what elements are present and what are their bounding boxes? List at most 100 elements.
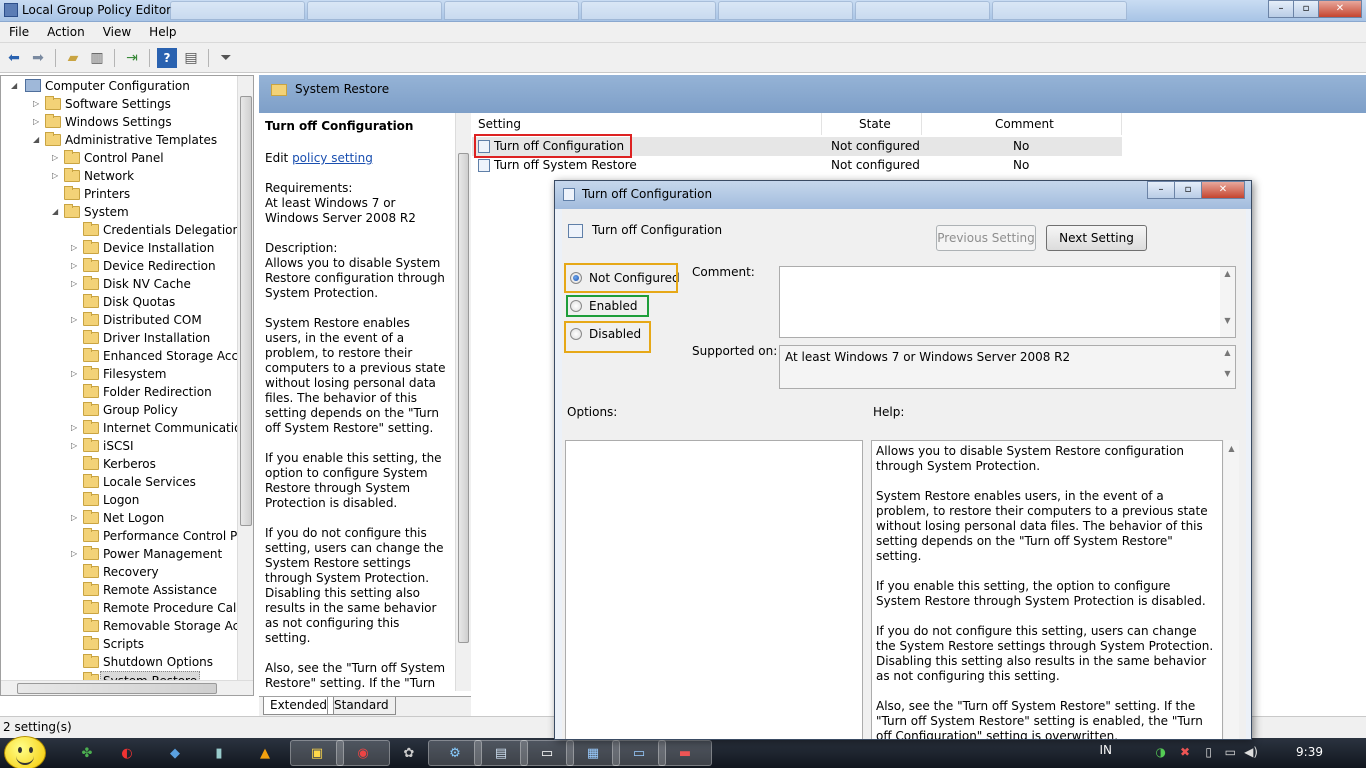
tree-item[interactable]: ▷ Net Logon (1, 509, 237, 527)
tree-item[interactable]: Kerberos (1, 455, 237, 473)
tree-item[interactable]: ▷ Filesystem (1, 365, 237, 383)
dialog-close-button[interactable]: ✕ (1201, 181, 1245, 199)
minimize-button[interactable]: – (1268, 0, 1294, 18)
collapse-arrow-icon[interactable]: ◢ (11, 77, 21, 95)
tree-item[interactable]: Shutdown Options (1, 653, 237, 671)
scrollbar-thumb[interactable] (458, 153, 469, 643)
tree-item[interactable]: Disk Quotas (1, 293, 237, 311)
filter-icon[interactable]: ⏷ (216, 48, 236, 68)
tray-action-center-icon[interactable]: ▭ (1225, 745, 1236, 759)
expand-arrow-icon[interactable]: ▷ (71, 419, 81, 437)
forward-arrow-icon[interactable]: ➡ (28, 48, 48, 68)
policy-setting-link[interactable]: policy setting (292, 151, 373, 165)
tree-item[interactable]: Remote Assistance (1, 581, 237, 599)
tree-item[interactable]: ▷ Control Panel (1, 149, 237, 167)
properties-icon[interactable]: ▤ (181, 48, 201, 68)
tree-item[interactable]: Remote Procedure Call (1, 599, 240, 617)
maximize-button[interactable]: ▫ (1293, 0, 1319, 18)
tree-item[interactable]: Folder Redirection (1, 383, 237, 401)
background-tab[interactable] (307, 1, 442, 20)
menu-file[interactable]: File (0, 22, 38, 42)
description-scrollbar[interactable] (455, 113, 471, 691)
tree-item[interactable]: ▷ Power Management (1, 545, 237, 563)
next-setting-button[interactable]: Next Setting (1046, 225, 1147, 251)
tree-item[interactable]: ▷ Device Redirection (1, 257, 237, 275)
language-indicator[interactable]: IN (1099, 743, 1112, 757)
help-icon[interactable]: ? (157, 47, 177, 68)
dialog-maximize-button[interactable]: ▫ (1174, 181, 1202, 199)
expand-arrow-icon[interactable]: ▷ (33, 95, 43, 113)
taskbar-app-icon[interactable]: ▲ (238, 740, 292, 766)
tree-item[interactable]: Locale Services (1, 473, 237, 491)
taskbar-app-icon[interactable]: ▬ (658, 740, 712, 766)
tray-volume-icon[interactable]: ◀) (1244, 745, 1258, 759)
tree-item[interactable]: Scripts (1, 635, 237, 653)
background-tab[interactable] (170, 1, 305, 20)
tree-item[interactable]: ▷ Windows Settings (1, 113, 237, 131)
tray-app-icon[interactable]: ◑ (1156, 745, 1166, 759)
tree-item[interactable]: ▷ Network (1, 167, 237, 185)
column-header-comment[interactable]: Comment (922, 113, 1122, 135)
tree-item[interactable]: ◢ System (1, 203, 237, 221)
dialog-minimize-button[interactable]: – (1147, 181, 1175, 199)
tree-item[interactable]: ▷ Device Installation (1, 239, 237, 257)
show-hide-tree-icon[interactable]: ▥ (87, 48, 107, 68)
tree-vertical-scrollbar[interactable] (237, 76, 253, 680)
tree-item[interactable]: Group Policy (1, 401, 237, 419)
taskbar-app-icon[interactable]: ◐ (100, 740, 154, 766)
menu-view[interactable]: View (94, 22, 140, 42)
expand-arrow-icon[interactable]: ▷ (52, 149, 62, 167)
expand-arrow-icon[interactable]: ▷ (71, 311, 81, 329)
tray-power-icon[interactable]: ▯ (1205, 745, 1212, 759)
background-tab[interactable] (718, 1, 853, 20)
tab-standard[interactable]: Standard (327, 697, 396, 715)
collapse-arrow-icon[interactable]: ◢ (52, 203, 62, 221)
tree-item[interactable]: ▷ Disk NV Cache (1, 275, 237, 293)
tree-item[interactable]: Driver Installation (1, 329, 237, 347)
previous-setting-button[interactable]: Previous Setting (936, 225, 1036, 251)
background-tab[interactable] (992, 1, 1127, 20)
tree-item[interactable]: Enhanced Storage Access (1, 347, 253, 365)
help-scrollbar[interactable]: ▲ (1224, 440, 1239, 739)
export-list-icon[interactable]: ⇥ (122, 48, 142, 68)
setting-row[interactable]: Turn off System Restore Not configured N… (472, 156, 1122, 175)
tree-item[interactable]: ▷ iSCSI (1, 437, 237, 455)
expand-arrow-icon[interactable]: ▷ (71, 365, 81, 383)
close-button[interactable]: ✕ (1318, 0, 1362, 18)
expand-arrow-icon[interactable]: ▷ (33, 113, 43, 131)
tree-item[interactable]: Removable Storage Acces (1, 617, 253, 635)
comment-scrollbar[interactable]: ▲ ▼ (1220, 267, 1235, 337)
menu-action[interactable]: Action (38, 22, 94, 42)
tree-item[interactable]: Recovery (1, 563, 237, 581)
expand-arrow-icon[interactable]: ▷ (71, 437, 81, 455)
expand-arrow-icon[interactable]: ▷ (71, 257, 81, 275)
tree-item[interactable]: ▷ Software Settings (1, 95, 237, 113)
tree-item[interactable]: ◢ Administrative Templates (1, 131, 237, 149)
menu-help[interactable]: Help (140, 22, 185, 42)
background-tab[interactable] (855, 1, 990, 20)
expand-arrow-icon[interactable]: ▷ (71, 239, 81, 257)
start-button-smiley-icon[interactable] (4, 736, 46, 768)
tree-item[interactable]: ▷ Distributed COM (1, 311, 237, 329)
expand-arrow-icon[interactable]: ▷ (52, 167, 62, 185)
back-arrow-icon[interactable]: ⬅ (4, 48, 24, 68)
scrollbar-thumb[interactable] (240, 96, 252, 526)
clock[interactable]: 9:39 (1296, 745, 1323, 759)
tree-item[interactable]: Printers (1, 185, 237, 203)
column-header-setting[interactable]: Setting (472, 113, 822, 135)
expand-arrow-icon[interactable]: ▷ (71, 545, 81, 563)
tray-network-icon[interactable]: ✖ (1180, 745, 1190, 759)
expand-arrow-icon[interactable]: ▷ (71, 275, 81, 293)
tree-item[interactable]: Logon (1, 491, 237, 509)
column-header-state[interactable]: State (822, 113, 922, 135)
tree-item[interactable]: Credentials Delegation (1, 221, 240, 239)
comment-field[interactable]: ▲ ▼ (779, 266, 1236, 338)
tree-item[interactable]: ▷ Internet Communication (1, 419, 249, 437)
background-tab[interactable] (581, 1, 716, 20)
background-tab[interactable] (444, 1, 579, 20)
scrollbar-thumb[interactable] (17, 683, 217, 694)
up-folder-icon[interactable]: ▰ (63, 48, 83, 68)
tree-item[interactable]: Performance Control Pan (1, 527, 252, 545)
tab-extended[interactable]: Extended (263, 697, 334, 715)
supported-on-scrollbar[interactable]: ▲ ▼ (1220, 346, 1235, 388)
